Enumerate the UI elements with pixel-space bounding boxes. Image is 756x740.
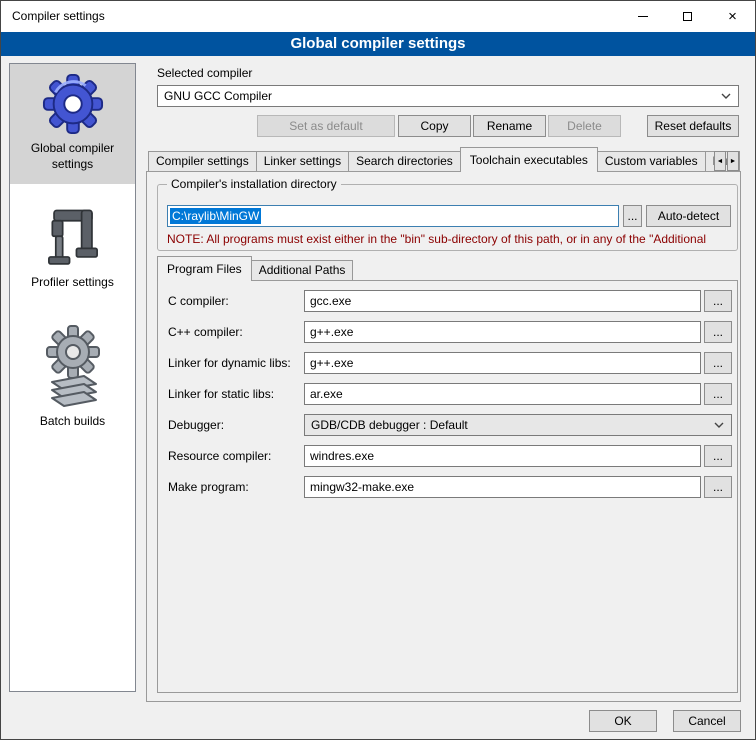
sidebar-item-label: Profiler settings	[31, 275, 114, 291]
install-dir-browse-button[interactable]: ...	[623, 205, 642, 227]
copy-button[interactable]: Copy	[398, 115, 471, 137]
tab-linker-settings[interactable]: Linker settings	[256, 151, 349, 171]
resource-compiler-label: Resource compiler:	[168, 445, 271, 467]
profiler-clamp-icon	[45, 207, 101, 269]
compiler-dropdown-value: GNU GCC Compiler	[164, 89, 272, 103]
chevron-down-icon	[714, 422, 724, 428]
minimize-icon	[638, 16, 648, 17]
linker-static-input[interactable]	[304, 383, 701, 405]
settings-category-list: Global compiler settings Profiler settin…	[9, 63, 136, 692]
tab-search-directories[interactable]: Search directories	[348, 151, 461, 171]
make-program-label: Make program:	[168, 476, 249, 498]
compiler-gear-icon	[42, 73, 104, 135]
sidebar-item-global-compiler-settings[interactable]: Global compiler settings	[10, 64, 135, 184]
tab-compiler-settings[interactable]: Compiler settings	[148, 151, 257, 171]
close-icon: ×	[728, 9, 737, 24]
linker-static-label: Linker for static libs:	[168, 383, 274, 405]
debugger-label: Debugger:	[168, 414, 224, 436]
sidebar-item-label: Batch builds	[40, 414, 105, 430]
linker-dynamic-label: Linker for dynamic libs:	[168, 352, 291, 374]
make-program-input[interactable]	[304, 476, 701, 498]
reset-defaults-button[interactable]: Reset defaults	[647, 115, 739, 137]
page-title: Global compiler settings	[1, 32, 755, 56]
cancel-button[interactable]: Cancel	[673, 710, 741, 732]
resource-compiler-browse-button[interactable]: ...	[704, 445, 732, 467]
window-controls: ×	[620, 1, 755, 31]
close-button[interactable]: ×	[710, 1, 755, 31]
c-compiler-browse-button[interactable]: ...	[704, 290, 732, 312]
set-as-default-button[interactable]: Set as default	[257, 115, 395, 137]
ok-button[interactable]: OK	[589, 710, 657, 732]
maximize-button[interactable]	[665, 1, 710, 31]
make-program-browse-button[interactable]: ...	[704, 476, 732, 498]
install-dir-input[interactable]: C:\raylib\MinGW	[167, 205, 619, 227]
title-bar: Compiler settings ×	[1, 1, 755, 32]
sidebar-item-label: Global compiler settings	[13, 141, 132, 172]
compiler-dropdown[interactable]: GNU GCC Compiler	[157, 85, 739, 107]
debugger-dropdown-value: GDB/CDB debugger : Default	[311, 418, 468, 432]
maximize-icon	[683, 12, 692, 21]
tab-additional-paths[interactable]: Additional Paths	[251, 260, 354, 280]
install-dir-selected-text: C:\raylib\MinGW	[170, 208, 261, 224]
settings-tab-bar: Compiler settings Linker settings Search…	[148, 148, 740, 171]
delete-button[interactable]: Delete	[548, 115, 621, 137]
debugger-dropdown[interactable]: GDB/CDB debugger : Default	[304, 414, 732, 436]
tab-custom-variables[interactable]: Custom variables	[597, 151, 706, 171]
compiler-settings-window: Compiler settings × Global compiler sett…	[0, 0, 756, 740]
rename-button[interactable]: Rename	[473, 115, 546, 137]
minimize-button[interactable]	[620, 1, 665, 31]
tab-scroll-right-button[interactable]: ►	[727, 151, 739, 171]
linker-dynamic-input[interactable]	[304, 352, 701, 374]
linker-dynamic-browse-button[interactable]: ...	[704, 352, 732, 374]
cpp-compiler-browse-button[interactable]: ...	[704, 321, 732, 343]
linker-static-browse-button[interactable]: ...	[704, 383, 732, 405]
tab-scroll-left-button[interactable]: ◄	[714, 151, 726, 171]
resource-compiler-input[interactable]	[304, 445, 701, 467]
bin-subdirectory-note: NOTE: All programs must exist either in …	[167, 232, 735, 246]
window-title: Compiler settings	[12, 1, 105, 32]
c-compiler-label: C compiler:	[168, 290, 229, 312]
cpp-compiler-label: C++ compiler:	[168, 321, 243, 343]
chevron-down-icon	[721, 93, 731, 99]
tab-program-files[interactable]: Program Files	[157, 256, 252, 281]
sidebar-item-batch-builds[interactable]: Batch builds	[10, 315, 135, 442]
selected-compiler-label: Selected compiler	[157, 66, 252, 80]
batch-builds-gear-icon	[40, 324, 106, 408]
sidebar-item-profiler-settings[interactable]: Profiler settings	[10, 198, 135, 303]
c-compiler-input[interactable]	[304, 290, 701, 312]
groupbox-title: Compiler's installation directory	[167, 177, 341, 191]
cpp-compiler-input[interactable]	[304, 321, 701, 343]
program-files-tab-bar: Program Files Additional Paths	[157, 257, 353, 280]
tab-toolchain-executables[interactable]: Toolchain executables	[460, 147, 598, 172]
auto-detect-button[interactable]: Auto-detect	[646, 205, 731, 227]
